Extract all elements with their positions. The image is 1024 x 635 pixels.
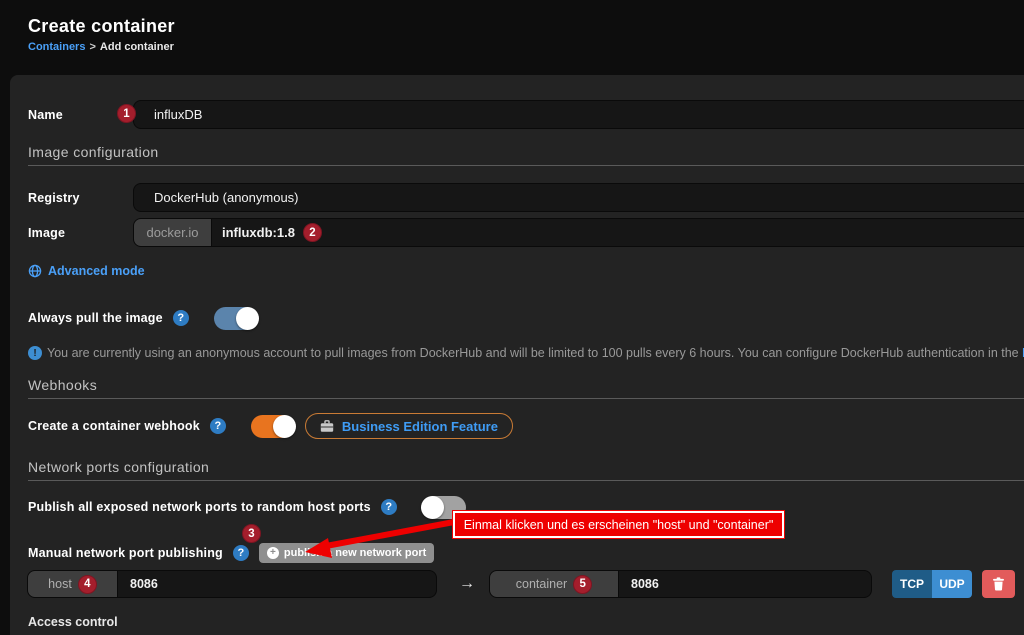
- breadcrumb-separator: >: [89, 41, 95, 53]
- clipped-bottom-text: Access control: [28, 615, 118, 629]
- pull-info-body: You are currently using an anonymous acc…: [47, 346, 1022, 360]
- name-value: influxDB: [154, 107, 202, 122]
- breadcrumb: Containers > Add container: [28, 41, 174, 53]
- registry-select[interactable]: DockerHub (anonymous): [133, 183, 1024, 212]
- create-webhook-row: Create a container webhook ? Business Ed…: [28, 413, 513, 439]
- toggle-knob: [421, 496, 444, 519]
- annotation-badge-1: 1: [117, 104, 136, 123]
- section-webhooks: Webhooks: [28, 378, 1024, 399]
- manual-publish-row: Manual network port publishing ? + publi…: [28, 542, 434, 564]
- remove-port-button[interactable]: [982, 570, 1015, 598]
- annotation-badge-4: 4: [78, 575, 97, 594]
- create-webhook-label: Create a container webhook: [28, 419, 200, 433]
- business-edition-label: Business Edition Feature: [342, 419, 498, 434]
- container-addon-label: container: [516, 577, 567, 591]
- briefcase-icon: [320, 420, 334, 433]
- advanced-mode-label: Advanced mode: [48, 264, 145, 278]
- image-input-group: docker.io influxdb:1.8 2: [133, 218, 1024, 247]
- manual-publish-label: Manual network port publishing: [28, 546, 223, 560]
- question-mark-icon[interactable]: ?: [381, 499, 397, 515]
- host-port-input[interactable]: 8086: [118, 570, 437, 598]
- container-port-group: container 5 8086: [489, 570, 872, 598]
- always-pull-toggle[interactable]: [214, 307, 258, 330]
- breadcrumb-containers-link[interactable]: Containers: [28, 41, 85, 53]
- always-pull-label: Always pull the image: [28, 311, 163, 325]
- page-title: Create container: [28, 16, 175, 37]
- annotation-badge-3: 3: [242, 524, 261, 543]
- image-registry-addon: docker.io: [133, 218, 212, 247]
- registry-label: Registry: [28, 191, 133, 205]
- container-addon: container 5: [489, 570, 619, 598]
- pull-info-text: You are currently using an anonymous acc…: [47, 346, 1024, 360]
- publish-new-port-button[interactable]: + publish a new network port: [259, 543, 434, 563]
- breadcrumb-current: Add container: [100, 41, 174, 53]
- protocol-button-group: TCP UDP: [892, 570, 972, 598]
- question-mark-icon[interactable]: ?: [233, 545, 249, 561]
- info-icon: !: [28, 346, 42, 360]
- image-value: influxdb:1.8: [222, 225, 295, 240]
- name-row: Name influxDB: [28, 100, 1024, 129]
- trash-icon: [992, 577, 1005, 591]
- annotation-badge-5: 5: [573, 575, 592, 594]
- publish-all-row: Publish all exposed network ports to ran…: [28, 495, 466, 519]
- image-row: Image docker.io influxdb:1.8 2: [28, 218, 1024, 247]
- annotation-callout: Einmal klicken und es erscheinen "host" …: [453, 511, 784, 538]
- annotation-callout-text: Einmal klicken und es erscheinen "host" …: [464, 518, 774, 532]
- image-addon-text: docker.io: [146, 225, 198, 240]
- create-container-page: { "icons": { "question": "?", "info": "!…: [0, 0, 1024, 621]
- name-input[interactable]: influxDB: [133, 100, 1024, 129]
- registry-row: Registry DockerHub (anonymous): [28, 183, 1024, 212]
- question-mark-icon[interactable]: ?: [173, 310, 189, 326]
- host-addon-label: host: [48, 577, 72, 591]
- advanced-mode-link[interactable]: Advanced mode: [28, 263, 145, 279]
- plus-circle-icon: +: [267, 547, 279, 559]
- question-mark-icon[interactable]: ?: [210, 418, 226, 434]
- annotation-badge-2: 2: [303, 223, 322, 242]
- image-label: Image: [28, 226, 133, 240]
- host-addon: host 4: [27, 570, 118, 598]
- udp-button[interactable]: UDP: [932, 570, 972, 598]
- publish-new-port-label: publish a new network port: [284, 547, 426, 559]
- container-port-input[interactable]: 8086: [619, 570, 872, 598]
- always-pull-row: Always pull the image ?: [28, 306, 258, 330]
- tcp-button[interactable]: TCP: [892, 570, 932, 598]
- create-container-form-panel: Name influxDB Image configuration Regist…: [10, 75, 1024, 635]
- section-image-configuration: Image configuration: [28, 145, 1024, 166]
- toggle-knob: [236, 307, 259, 330]
- publish-all-label: Publish all exposed network ports to ran…: [28, 500, 371, 514]
- section-network-ports: Network ports configuration: [28, 460, 1024, 481]
- registry-value: DockerHub (anonymous): [154, 190, 299, 205]
- toggle-knob: [273, 415, 296, 438]
- port-mapping-row: host 4 8086 → container 5 8086 TCP UDP: [27, 570, 1024, 598]
- host-port-value: 8086: [130, 577, 158, 591]
- business-edition-pill[interactable]: Business Edition Feature: [305, 413, 513, 439]
- create-webhook-toggle[interactable]: [251, 415, 295, 438]
- pull-info-row: ! You are currently using an anonymous a…: [28, 345, 1024, 361]
- host-port-group: host 4 8086: [27, 570, 437, 598]
- container-port-value: 8086: [631, 577, 659, 591]
- port-map-arrow-icon: →: [459, 575, 475, 593]
- globe-icon: [28, 264, 42, 278]
- image-input[interactable]: influxdb:1.8 2: [212, 218, 1024, 247]
